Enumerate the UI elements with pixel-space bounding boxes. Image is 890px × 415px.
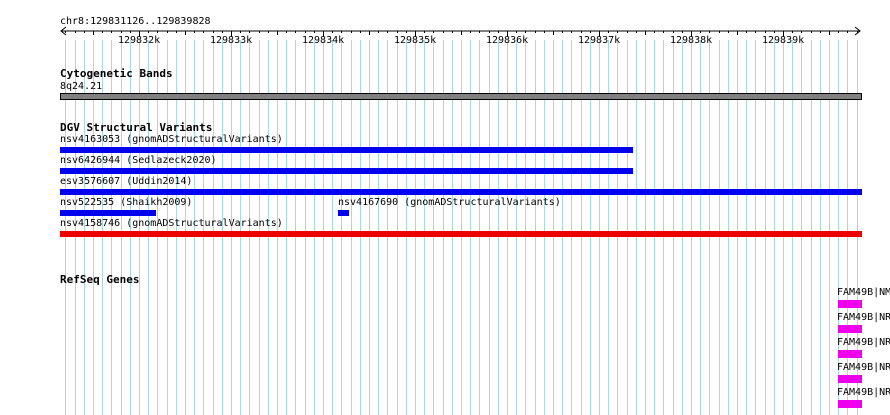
variant-bar[interactable] — [60, 210, 156, 216]
variant-label: nsv4163053 (gnomADStructuralVariants) — [60, 134, 283, 145]
gene-bar[interactable] — [838, 400, 862, 408]
gene-bar[interactable] — [838, 350, 862, 358]
gene-bar[interactable] — [838, 325, 862, 333]
ruler-tick-label: 129832k — [118, 35, 161, 46]
dgv-track-title: DGV Structural Variants — [60, 121, 213, 134]
cytoband-bar[interactable] — [60, 93, 862, 100]
ruler-tick-label: 129837k — [578, 35, 621, 46]
refseq-track-title: RefSeq Genes — [60, 273, 140, 286]
variant-bar[interactable] — [60, 147, 633, 153]
variant-label: esv3576607 (Uddin2014) — [60, 176, 193, 187]
variant-label: nsv4158746 (gnomADStructuralVariants) — [60, 218, 283, 229]
cytoband-name: 8q24.21 — [60, 81, 103, 92]
variant-label: nsv522535 (Shaikh2009) — [60, 197, 193, 208]
cytoband-track-title: Cytogenetic Bands — [60, 67, 173, 80]
gene-label: FAM49B|NR_109942 — [837, 312, 890, 323]
gene-bar[interactable] — [838, 375, 862, 383]
gene-label: FAM49B|NR_109943 — [837, 337, 890, 348]
ruler-tick-label: 129838k — [670, 35, 713, 46]
variant-label: nsv6426944 (Sedlazeck2020) — [60, 155, 217, 166]
gene-label: FAM49B|NM_016623 — [837, 287, 890, 298]
variant-bar[interactable] — [338, 210, 349, 216]
gene-label: FAM49B|NR_109944 — [837, 362, 890, 373]
ruler-tick-label: 129833k — [210, 35, 253, 46]
ruler-tick-label: 129834k — [302, 35, 345, 46]
gene-label: FAM49B|NR_109945 — [837, 387, 890, 398]
ruler-tick-label: 129839k — [762, 35, 805, 46]
variant-bar[interactable] — [60, 231, 862, 237]
variant-bar[interactable] — [60, 168, 633, 174]
ruler-tick-label: 129836k — [486, 35, 529, 46]
gene-bar[interactable] — [838, 300, 862, 308]
variant-bar[interactable] — [60, 189, 862, 195]
ruler-tick-label: 129835k — [394, 35, 437, 46]
variant-label: nsv4167690 (gnomADStructuralVariants) — [338, 197, 561, 208]
